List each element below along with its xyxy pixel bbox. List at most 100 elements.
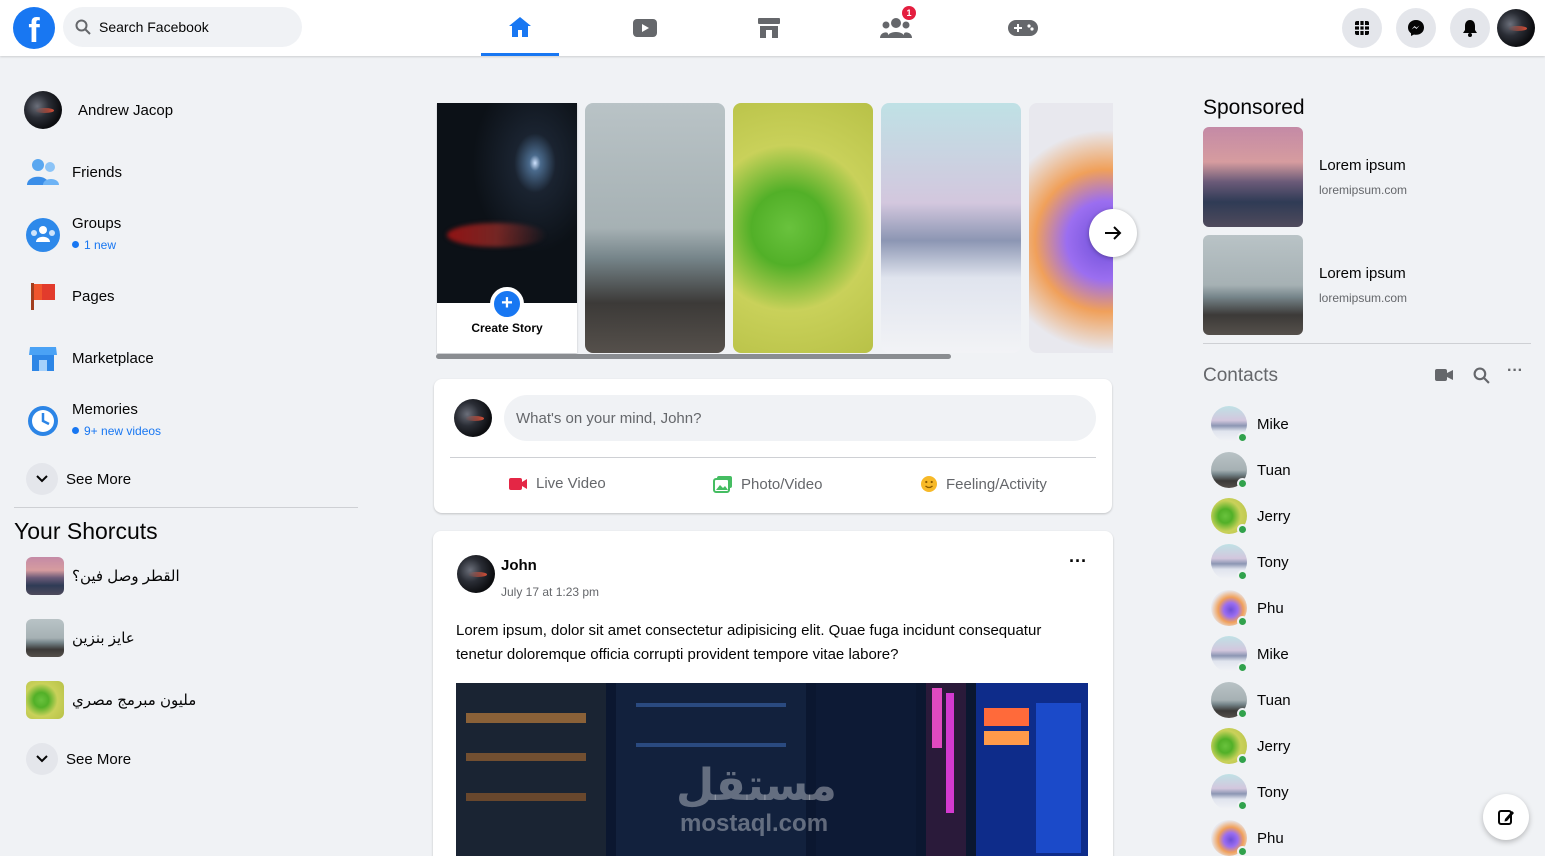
new-video-call-button[interactable] — [1434, 367, 1454, 388]
shortcut-item[interactable]: مليون مبرمج مصري — [26, 681, 196, 719]
sidebar-item-friends[interactable]: Friends — [24, 153, 122, 191]
sidebar-item-pages[interactable]: Pages — [24, 277, 115, 315]
notifications-button[interactable] — [1450, 8, 1490, 48]
sponsored-item[interactable]: Lorem ipsum loremipsum.com — [1203, 235, 1523, 335]
contact-item[interactable]: Jerry — [1211, 728, 1290, 765]
menu-button[interactable] — [1342, 8, 1382, 48]
tab-groups[interactable]: 1 — [857, 0, 935, 56]
contact-avatar — [1211, 544, 1248, 581]
sidebar-item-label: Pages — [72, 287, 115, 305]
contact-name: Mike — [1257, 415, 1289, 433]
contact-avatar — [1211, 820, 1248, 856]
right-divider — [1203, 343, 1531, 344]
contact-item[interactable]: Tony — [1211, 544, 1289, 581]
stories-scrollbar[interactable] — [436, 354, 951, 359]
shortcuts-see-more-button[interactable]: See More — [26, 743, 131, 775]
plus-icon: + — [490, 287, 524, 321]
contacts-title: Contacts — [1203, 365, 1278, 386]
contacts-options-icon[interactable]: ··· — [1507, 362, 1523, 380]
tab-home[interactable] — [481, 0, 559, 56]
post-more-options-icon[interactable]: ··· — [1069, 551, 1087, 572]
post-author-name[interactable]: John — [501, 557, 537, 574]
story-card[interactable] — [881, 103, 1021, 353]
search-box[interactable] — [63, 7, 302, 47]
online-indicator — [1237, 524, 1248, 535]
contact-name: Tuan — [1257, 461, 1291, 479]
sidebar-item-groups[interactable]: Groups 1 new — [24, 212, 121, 254]
contact-item[interactable]: Phu — [1211, 820, 1284, 856]
contact-name: Phu — [1257, 829, 1284, 847]
top-navigation-bar: f 1 — [0, 0, 1545, 56]
contact-item[interactable]: Jerry — [1211, 498, 1290, 535]
watermark-arabic: مستقل — [676, 761, 837, 810]
sidebar-item-memories[interactable]: Memories 9+ new videos — [24, 398, 161, 440]
online-indicator — [1237, 800, 1248, 811]
tab-watch[interactable] — [606, 0, 684, 56]
edit-icon — [1498, 810, 1514, 825]
contact-avatar — [1211, 590, 1248, 627]
composer-input[interactable] — [516, 409, 1076, 427]
feeling-activity-button[interactable]: Feeling/Activity — [920, 475, 1047, 493]
bell-icon — [1463, 20, 1477, 37]
sidebar-profile[interactable]: Andrew Jacop — [24, 91, 173, 129]
facebook-logo[interactable]: f — [13, 7, 55, 49]
sponsored-item[interactable]: Lorem ipsum loremipsum.com — [1203, 127, 1523, 227]
story-card[interactable] — [585, 103, 725, 353]
unread-dot — [72, 241, 79, 248]
sponsored-image — [1203, 235, 1303, 335]
composer-input-box[interactable] — [504, 395, 1096, 441]
shortcut-item[interactable]: القطر وصل فين؟ — [26, 557, 180, 595]
sponsored-url: loremipsum.com — [1319, 291, 1408, 305]
shortcut-thumbnail — [26, 557, 64, 595]
create-story-image — [437, 103, 577, 303]
search-contacts-button[interactable] — [1473, 367, 1490, 389]
shortcut-item[interactable]: عايز بنزين — [26, 619, 135, 657]
online-indicator — [1237, 754, 1248, 765]
sponsored-name: Lorem ipsum — [1319, 157, 1406, 174]
contact-item[interactable]: Phu — [1211, 590, 1284, 627]
memories-new-count: 9+ new videos — [72, 424, 161, 438]
sponsored-name: Lorem ipsum — [1319, 265, 1406, 282]
contact-item[interactable]: Tuan — [1211, 682, 1291, 719]
online-indicator — [1237, 432, 1248, 443]
create-story-label: Create Story — [471, 321, 543, 335]
contact-name: Tuan — [1257, 691, 1291, 709]
contact-item[interactable]: Mike — [1211, 636, 1289, 673]
sidebar-item-label: Groups — [72, 214, 122, 232]
photo-video-button[interactable]: Photo/Video — [713, 475, 822, 493]
contact-avatar — [1211, 682, 1248, 719]
action-label: Feeling/Activity — [946, 475, 1047, 493]
online-indicator — [1237, 708, 1248, 719]
live-video-icon — [509, 477, 527, 490]
search-icon — [75, 19, 91, 35]
video-camera-icon — [1435, 369, 1453, 381]
groups-new-count: 1 new — [72, 238, 121, 252]
contact-name: Mike — [1257, 645, 1289, 663]
shortcut-label: عايز بنزين — [72, 630, 135, 647]
tab-marketplace[interactable] — [730, 0, 808, 56]
contact-item[interactable]: Tuan — [1211, 452, 1291, 489]
contact-item[interactable]: Mike — [1211, 406, 1289, 443]
stories-next-button[interactable] — [1089, 209, 1137, 257]
post-text: Lorem ipsum, dolor sit amet consectetur … — [456, 622, 1042, 663]
tab-gaming[interactable] — [984, 0, 1062, 56]
profile-avatar[interactable] — [1497, 9, 1535, 47]
chevron-down-icon — [26, 463, 58, 495]
story-card[interactable] — [733, 103, 873, 353]
action-label: Photo/Video — [741, 475, 823, 493]
post-author-avatar[interactable] — [457, 555, 495, 593]
live-video-button[interactable]: Live Video — [508, 475, 606, 492]
create-story-card[interactable]: + Create Story — [437, 103, 577, 353]
messenger-button[interactable] — [1396, 8, 1436, 48]
friends-icon — [24, 153, 62, 191]
see-more-button[interactable]: See More — [26, 463, 131, 495]
video-play-icon — [633, 19, 657, 37]
search-input[interactable] — [99, 19, 289, 35]
sidebar-item-marketplace[interactable]: Marketplace — [24, 339, 154, 377]
new-message-button[interactable] — [1483, 794, 1529, 840]
see-more-label: See More — [66, 470, 132, 488]
arrow-right-icon — [1105, 226, 1122, 240]
post-timestamp[interactable]: July 17 at 1:23 pm — [501, 585, 599, 599]
contact-item[interactable]: Tony — [1211, 774, 1289, 811]
search-icon — [1473, 367, 1490, 384]
